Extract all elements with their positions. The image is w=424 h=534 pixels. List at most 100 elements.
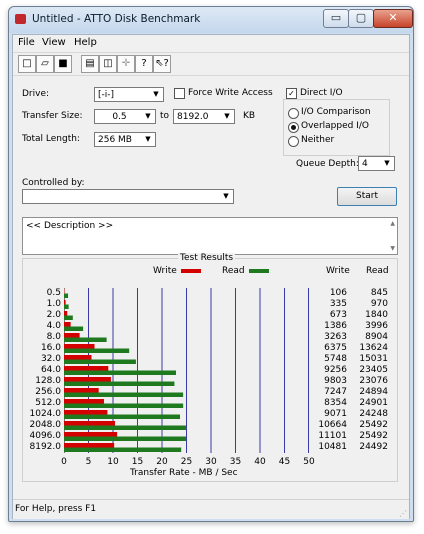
help-icon[interactable]: ?	[135, 55, 153, 73]
write-bar	[64, 322, 71, 327]
chevron-down-icon: ▼	[223, 192, 229, 200]
menu-help[interactable]: Help	[74, 37, 97, 48]
status-bar: For Help, press F1 ⋰	[13, 499, 409, 519]
transfer-size-to-select[interactable]: 8192.0 ▼	[173, 109, 235, 124]
menu-file[interactable]: File	[18, 37, 35, 48]
x-tick-label: 35	[229, 457, 242, 467]
resize-grip-icon[interactable]: ⋰	[399, 509, 407, 518]
menu-view[interactable]: View	[42, 37, 66, 48]
read-bar	[64, 359, 136, 364]
save-icon[interactable]: ■	[54, 55, 72, 73]
read-value: 23076	[359, 375, 388, 386]
read-value: 845	[370, 287, 388, 298]
category-label: 256.0	[35, 386, 61, 397]
start-button[interactable]: Start	[337, 187, 397, 206]
read-value: 8904	[365, 331, 388, 342]
chevron-down-icon: ▼	[145, 135, 151, 143]
force-write-label: Force Write Access	[188, 88, 273, 98]
controlled-by-label: Controlled by:	[22, 178, 85, 188]
drive-label: Drive:	[22, 89, 50, 99]
queue-depth-value: 4	[362, 159, 368, 169]
write-value: 5748	[324, 353, 347, 364]
legend-read-label: Read	[222, 266, 245, 276]
x-tick-label: 50	[303, 457, 315, 467]
transfer-size-from-select[interactable]: 0.5 ▼	[94, 109, 156, 124]
write-value: 106	[329, 287, 347, 298]
x-tick-label: 40	[254, 457, 266, 467]
description-box[interactable]: << Description >> ▲ ▼	[22, 217, 398, 255]
total-length-select[interactable]: 256 MB ▼	[94, 132, 156, 147]
write-value: 6375	[324, 342, 347, 353]
category-label: 1.0	[46, 298, 61, 309]
write-value: 11101	[318, 430, 347, 441]
app-window: Untitled - ATTO Disk Benchmark ▭ ▢ ✕ Fil…	[8, 6, 414, 522]
read-bar	[64, 337, 107, 342]
print-preview-icon[interactable]: ◫	[99, 55, 117, 73]
read-bar	[64, 403, 184, 408]
queue-depth-select[interactable]: 4 ▼	[358, 156, 395, 171]
controlled-by-select[interactable]: ▼	[22, 189, 234, 204]
write-bar	[64, 344, 95, 349]
move-icon[interactable]: ✛	[117, 55, 135, 73]
title-bar[interactable]: Untitled - ATTO Disk Benchmark ▭ ▢ ✕	[9, 7, 413, 33]
chevron-down-icon: ▼	[145, 112, 151, 120]
transfer-size-unit: KB	[243, 111, 256, 121]
category-label: 512.0	[35, 397, 61, 408]
write-value: 9803	[324, 375, 347, 386]
read-bar	[64, 436, 186, 441]
read-bar	[64, 304, 69, 309]
minimize-button[interactable]: ▭	[323, 9, 349, 28]
total-length-label: Total Length:	[22, 134, 80, 144]
write-bar	[64, 399, 104, 404]
col-read-header: Read	[366, 266, 389, 276]
x-tick-label: 5	[85, 457, 92, 467]
read-bar	[64, 425, 186, 430]
direct-io-label: Direct I/O	[300, 88, 343, 98]
category-label: 4096.0	[29, 430, 62, 441]
chevron-down-icon: ▼	[153, 90, 159, 98]
force-write-checkbox[interactable]	[174, 88, 185, 99]
direct-io-checkbox[interactable]: ✓	[286, 88, 297, 99]
scroll-down-icon[interactable]: ▼	[390, 245, 395, 252]
read-value: 25492	[359, 419, 388, 430]
x-tick-label: 25	[180, 457, 193, 467]
chevron-down-icon: ▼	[224, 112, 230, 120]
write-value: 3263	[324, 331, 347, 342]
read-bar	[64, 392, 184, 397]
write-value: 10664	[318, 419, 347, 430]
neither-radio[interactable]	[288, 136, 299, 147]
new-icon[interactable]: □	[18, 55, 36, 73]
write-value: 1386	[324, 320, 347, 331]
print-icon[interactable]: ▤	[81, 55, 99, 73]
context-help-icon[interactable]: ⇖?	[153, 55, 171, 73]
io-comparison-radio[interactable]	[288, 108, 299, 119]
close-button[interactable]: ✕	[373, 9, 413, 28]
read-value: 24901	[359, 397, 388, 408]
read-value: 15031	[359, 353, 388, 364]
maximize-button[interactable]: ▢	[348, 9, 374, 28]
client-area: File View Help □ ▱ ■ ▤ ◫ ✛ ? ⇖? Drive: […	[12, 34, 410, 519]
window-title: Untitled - ATTO Disk Benchmark	[32, 13, 201, 25]
category-label: 2.0	[46, 309, 61, 320]
write-bar	[64, 388, 99, 393]
open-icon[interactable]: ▱	[36, 55, 54, 73]
read-value: 23405	[359, 364, 388, 375]
write-value: 335	[329, 298, 347, 309]
x-tick-label: 30	[205, 457, 217, 467]
bar-chart	[64, 288, 309, 453]
read-value: 970	[370, 298, 388, 309]
write-bar	[64, 333, 80, 338]
test-results-title: Test Results	[178, 253, 236, 263]
scroll-up-icon[interactable]: ▲	[390, 220, 395, 227]
status-text: For Help, press F1	[15, 504, 97, 514]
legend-write-swatch	[181, 269, 201, 273]
drive-value: [-i-]	[98, 90, 115, 100]
read-value: 3996	[365, 320, 388, 331]
drive-select[interactable]: [-i-] ▼	[94, 87, 164, 102]
category-label: 1024.0	[29, 408, 62, 419]
io-mode-group: I/O Comparison Overlapped I/O Neither	[283, 99, 390, 156]
queue-depth-label: Queue Depth:	[296, 159, 359, 169]
read-value: 24894	[359, 386, 388, 397]
overlapped-io-radio[interactable]	[288, 122, 299, 133]
write-bar	[64, 300, 66, 305]
